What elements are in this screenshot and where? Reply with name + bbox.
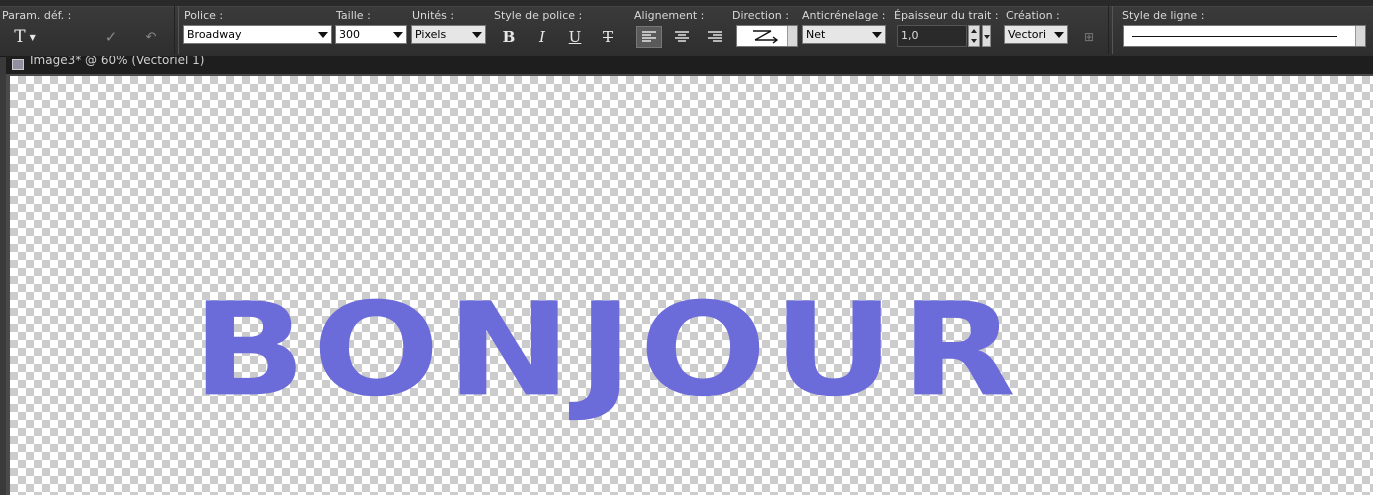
units-value: Pixels — [415, 28, 447, 41]
chevron-down-icon: ▼ — [29, 32, 36, 42]
font-style-label: Style de police : — [494, 9, 583, 22]
toolbar-top-strip — [0, 0, 1373, 7]
strikethrough-button[interactable]: T — [595, 26, 621, 48]
document-icon — [12, 59, 24, 70]
units-label: Unités : — [412, 9, 455, 22]
alignment-label: Alignement : — [634, 9, 705, 22]
stroke-width-label: Épaisseur du trait : — [894, 9, 999, 22]
creation-label: Création : — [1006, 9, 1060, 22]
font-label: Police : — [184, 9, 224, 22]
convert-to-curves-icon[interactable]: ⊞ — [1076, 26, 1102, 48]
stroke-width-value: 1,0 — [901, 29, 919, 42]
italic-button[interactable]: I — [529, 26, 555, 48]
chevron-down-icon — [984, 35, 990, 39]
size-dropdown[interactable]: 300 — [335, 25, 407, 44]
text-tool-options-bar: Param. déf. : T ▼ ✓ ↶ Police : Broadway … — [0, 0, 1373, 57]
size-label: Taille : — [336, 9, 371, 22]
align-left-button[interactable] — [636, 26, 662, 48]
chevron-down-icon — [318, 32, 328, 38]
line-style-label: Style de ligne : — [1122, 9, 1205, 22]
solid-line-preview — [1132, 36, 1337, 37]
cancel-changes-icon[interactable]: ↶ — [138, 26, 164, 48]
presets-label: Param. déf. : — [2, 9, 72, 22]
antialias-label: Anticrénelage : — [802, 9, 886, 22]
spin-down-icon[interactable] — [971, 39, 977, 43]
separator — [174, 6, 179, 54]
align-right-icon — [708, 31, 722, 42]
align-center-icon — [675, 31, 689, 42]
presets-dropdown[interactable]: T ▼ — [8, 26, 42, 48]
scroll-arrows — [787, 26, 797, 46]
bonjour-text-layer[interactable]: BONJOUR — [192, 286, 1022, 415]
direction-dropdown[interactable] — [736, 25, 798, 47]
document-title: Image3* @ 60% (Vectoriel 1) — [30, 56, 205, 67]
scroll-arrows — [1355, 26, 1365, 46]
stroke-width-spinner[interactable] — [968, 25, 980, 47]
antialias-value: Net — [806, 28, 826, 41]
bold-button[interactable]: B — [496, 26, 522, 48]
stroke-width-menu[interactable] — [982, 25, 991, 47]
stroke-width-input[interactable]: 1,0 — [897, 25, 967, 47]
antialias-dropdown[interactable]: Net — [802, 25, 886, 44]
chevron-down-icon — [872, 32, 882, 38]
align-right-button[interactable] — [702, 26, 728, 48]
image-canvas[interactable]: BONJOUR — [10, 76, 1373, 495]
chevron-down-icon — [1054, 32, 1064, 38]
spin-up-icon[interactable] — [971, 29, 977, 33]
size-value: 300 — [339, 28, 360, 41]
creation-value: Vectori — [1008, 28, 1047, 41]
font-dropdown[interactable]: Broadway — [183, 25, 332, 44]
apply-check-icon[interactable]: ✓ — [98, 26, 124, 48]
font-value: Broadway — [187, 28, 242, 41]
text-direction-icon — [753, 30, 779, 44]
document-title-bar: Image3* @ 60% (Vectoriel 1) — [6, 56, 1373, 74]
document-window: Image3* @ 60% (Vectoriel 1) BONJOUR — [6, 56, 1373, 495]
chevron-down-icon — [472, 32, 482, 38]
align-center-button[interactable] — [669, 26, 695, 48]
align-left-icon — [642, 31, 656, 42]
separator — [1108, 6, 1113, 54]
chevron-down-icon — [393, 32, 403, 38]
creation-dropdown[interactable]: Vectori — [1004, 25, 1068, 44]
line-style-dropdown[interactable] — [1123, 25, 1366, 47]
text-tool-icon: T — [14, 27, 26, 47]
units-dropdown[interactable]: Pixels — [411, 25, 486, 44]
direction-label: Direction : — [732, 9, 789, 22]
underline-button[interactable]: U — [562, 26, 588, 48]
